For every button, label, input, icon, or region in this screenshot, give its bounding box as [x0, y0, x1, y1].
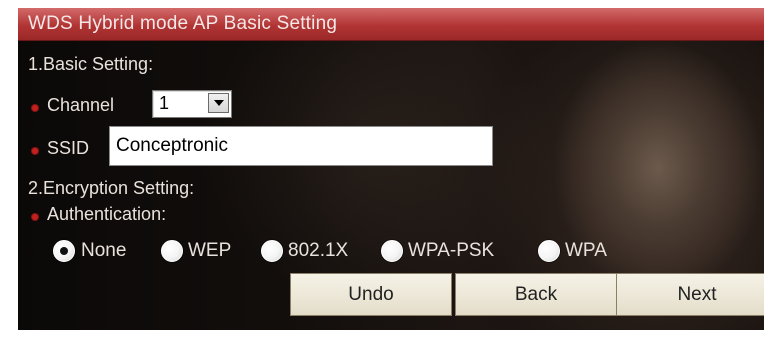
channel-select[interactable]: 1 — [152, 90, 232, 118]
basic-setting-heading: 1.Basic Setting: — [28, 54, 154, 74]
radio-label-8021x: 802.1X — [288, 240, 349, 261]
page-frame: WDS Hybrid mode AP Basic Setting 1.Basic… — [0, 0, 779, 342]
radio-label-wep: WEP — [188, 240, 232, 261]
ssid-label: SSID — [47, 138, 90, 158]
page-title: WDS Hybrid mode AP Basic Setting — [28, 13, 338, 34]
title-bar: WDS Hybrid mode AP Basic Setting — [18, 8, 764, 41]
back-button[interactable]: Back — [455, 273, 617, 316]
red-dot-icon — [31, 213, 39, 221]
radio-wpa[interactable] — [538, 240, 560, 262]
channel-value: 1 — [159, 93, 170, 113]
radio-label-wpa: WPA — [565, 240, 607, 261]
encryption-setting-heading: 2.Encryption Setting: — [28, 178, 195, 198]
radio-selected-dot — [60, 247, 68, 255]
ssid-value: Conceptronic — [116, 135, 228, 156]
next-button[interactable]: Next — [616, 273, 764, 316]
red-dot-icon — [31, 104, 39, 112]
red-dot-icon — [31, 147, 39, 155]
ssid-input[interactable]: Conceptronic — [109, 126, 493, 166]
chevron-down-icon[interactable] — [208, 93, 229, 113]
radio-label-wpa-psk: WPA-PSK — [408, 240, 495, 261]
radio-8021x[interactable] — [261, 240, 283, 262]
authentication-label: Authentication: — [47, 204, 167, 224]
radio-label-none: None — [81, 240, 127, 261]
channel-label: Channel — [47, 95, 115, 115]
settings-panel: WDS Hybrid mode AP Basic Setting 1.Basic… — [18, 8, 764, 330]
undo-button[interactable]: Undo — [290, 273, 452, 316]
radio-wpa-psk[interactable] — [381, 240, 403, 262]
radio-none[interactable] — [53, 240, 75, 262]
radio-wep[interactable] — [161, 240, 183, 262]
